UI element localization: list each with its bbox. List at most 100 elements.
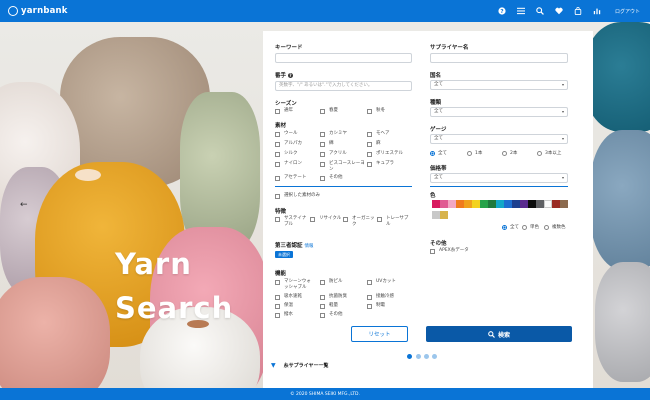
material-option[interactable]: ナイロン: [275, 161, 302, 167]
checkbox[interactable]: [320, 141, 325, 147]
color-swatch[interactable]: [480, 200, 488, 208]
ply-option[interactable]: 3本以上: [537, 150, 561, 156]
radio-button[interactable]: [544, 224, 549, 230]
checkbox[interactable]: [320, 175, 325, 181]
color-swatch[interactable]: [552, 200, 560, 208]
material-option[interactable]: ポリエステル: [367, 151, 403, 157]
color-swatch[interactable]: [512, 200, 520, 208]
supplier-input[interactable]: [430, 53, 568, 63]
checkbox[interactable]: [320, 312, 325, 318]
carousel-dot[interactable]: [416, 354, 421, 359]
function-option[interactable]: その他: [320, 312, 343, 318]
checkbox[interactable]: [320, 108, 325, 114]
checkbox[interactable]: [320, 279, 325, 285]
function-option[interactable]: 接触冷感: [367, 294, 394, 300]
color-swatch[interactable]: [536, 200, 544, 208]
color-swatch[interactable]: [448, 200, 456, 208]
function-option[interactable]: 吸水速乾: [275, 294, 302, 300]
color-swatch[interactable]: [464, 200, 472, 208]
color-swatch[interactable]: [504, 200, 512, 208]
gauge-select[interactable]: 全て ▾: [430, 134, 568, 144]
checkbox[interactable]: [320, 161, 325, 167]
color-swatch[interactable]: [432, 200, 440, 208]
search-button[interactable]: 検索: [426, 326, 572, 342]
feature-option[interactable]: オーガニック: [343, 216, 376, 228]
carousel-dot[interactable]: [424, 354, 429, 359]
count-input[interactable]: 英数字、"/" あるいは"."で入力してください。: [275, 81, 412, 91]
radio-button[interactable]: [502, 224, 507, 230]
radio-button[interactable]: [430, 150, 435, 156]
certification-info-link[interactable]: 情報: [304, 244, 313, 249]
brand-logo[interactable]: yarnbank: [8, 6, 68, 16]
color-swatch[interactable]: [528, 200, 536, 208]
radio-button[interactable]: [467, 150, 472, 156]
material-option[interactable]: ウール: [275, 131, 298, 137]
color-swatch[interactable]: [560, 200, 568, 208]
checkbox[interactable]: [310, 216, 315, 222]
checkbox[interactable]: [367, 151, 372, 157]
selected-materials-only-option[interactable]: 選択した素材のみ: [275, 193, 320, 199]
checkbox[interactable]: [367, 303, 372, 309]
function-option[interactable]: UVカット: [367, 279, 396, 285]
color-type-option[interactable]: 全て: [502, 224, 519, 230]
ply-option[interactable]: 1本: [467, 150, 482, 156]
material-option[interactable]: アセテート: [275, 175, 306, 181]
function-option[interactable]: 防ピル: [320, 279, 343, 285]
help-icon[interactable]: ?: [494, 0, 510, 22]
checkbox[interactable]: [275, 141, 280, 147]
function-option[interactable]: マシーンウォッシャブル: [275, 279, 315, 291]
season-option[interactable]: 秋冬: [367, 108, 385, 114]
checkbox[interactable]: [367, 141, 372, 147]
checkbox[interactable]: [275, 279, 280, 285]
material-option[interactable]: カシミヤ: [320, 131, 347, 137]
supplier-list-toggle[interactable]: ▼ 糸サプライヤー一覧: [271, 362, 328, 369]
color-swatch[interactable]: [440, 211, 448, 219]
material-option[interactable]: シルク: [275, 151, 298, 157]
radio-button[interactable]: [537, 150, 542, 156]
checkbox[interactable]: [275, 108, 280, 114]
other-option[interactable]: APEX糸データ: [430, 248, 469, 254]
origin-select[interactable]: 全て ▾: [430, 80, 568, 90]
checkbox[interactable]: [367, 131, 372, 137]
function-option[interactable]: 撥水: [275, 312, 293, 318]
color-swatch[interactable]: [496, 200, 504, 208]
feature-option[interactable]: トレーサブル: [377, 216, 411, 228]
checkbox[interactable]: [343, 216, 348, 222]
checkbox[interactable]: [367, 108, 372, 114]
season-option[interactable]: 通年: [275, 108, 293, 114]
ply-option[interactable]: 全て: [430, 150, 447, 156]
checkbox[interactable]: [367, 279, 372, 285]
season-option[interactable]: 春夏: [320, 108, 338, 114]
checkbox[interactable]: [320, 294, 325, 300]
checkbox[interactable]: [275, 312, 280, 318]
checkbox[interactable]: [275, 216, 280, 222]
checkbox[interactable]: [275, 303, 280, 309]
color-swatch[interactable]: [456, 200, 464, 208]
radio-button[interactable]: [522, 224, 527, 230]
checkbox[interactable]: [275, 175, 280, 181]
checkbox[interactable]: [320, 303, 325, 309]
checkbox[interactable]: [275, 161, 280, 167]
material-option[interactable]: モヘア: [367, 131, 390, 137]
material-option[interactable]: アルパカ: [275, 141, 302, 147]
function-option[interactable]: 軽量: [320, 303, 338, 309]
type-select[interactable]: 全て ▾: [430, 107, 568, 117]
checkbox[interactable]: [275, 151, 280, 157]
color-type-option[interactable]: 単色: [522, 224, 539, 230]
info-icon[interactable]: ?: [287, 73, 293, 78]
color-swatch[interactable]: [472, 200, 480, 208]
keyword-input[interactable]: [275, 53, 412, 63]
carousel-dot-active[interactable]: [407, 354, 412, 359]
carousel-prev-icon[interactable]: ←: [20, 200, 28, 210]
checkbox[interactable]: [275, 294, 280, 300]
material-option[interactable]: ビスコースレーヨン: [320, 161, 365, 173]
material-option[interactable]: 麻: [367, 141, 381, 147]
color-swatch[interactable]: [440, 200, 448, 208]
material-option[interactable]: アクリル: [320, 151, 347, 157]
color-type-option[interactable]: 複数色: [544, 224, 566, 230]
checkbox[interactable]: [275, 131, 280, 137]
color-swatch[interactable]: [432, 211, 440, 219]
function-option[interactable]: 制電: [367, 303, 385, 309]
chart-icon[interactable]: [589, 0, 605, 22]
function-option[interactable]: 抗菌防臭: [320, 294, 347, 300]
